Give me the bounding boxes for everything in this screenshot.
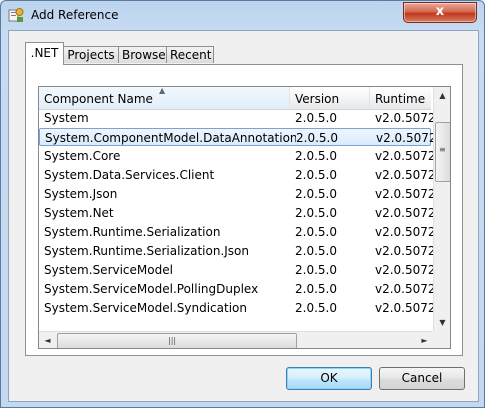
- list-cell-runtime: v2.0.50727: [376, 131, 437, 145]
- tab-panel-dotnet: Component Name ▲ Version Runtime System 2…: [25, 64, 463, 356]
- add-reference-dialog: Add Reference x .NET Projects Browse Rec…: [0, 0, 485, 408]
- column-header-version[interactable]: Version: [290, 87, 370, 109]
- vertical-scroll-thumb[interactable]: ≡: [435, 122, 450, 182]
- list-cell-version: 2.0.5.0: [295, 168, 337, 182]
- list-item[interactable]: System.ComponentModel.DataAnnotations 2.0…: [39, 128, 437, 146]
- tab-browse[interactable]: Browse: [118, 46, 167, 63]
- list-cell-runtime: v2.0.50727: [375, 301, 436, 315]
- list-cell-version: 2.0.5.0: [295, 282, 337, 296]
- list-cell-runtime: v2.0.50727: [375, 111, 436, 125]
- column-header-runtime[interactable]: Runtime: [370, 87, 440, 109]
- list-item[interactable]: System.ServiceModel.Syndication 2.0.5.0 v2…: [39, 299, 436, 317]
- list-cell-runtime: v2.0.50727: [375, 225, 436, 239]
- column-header-component-name[interactable]: Component Name ▲: [39, 87, 290, 109]
- list-cell-name: System.ComponentModel.DataAnnotations: [45, 131, 296, 145]
- list-cell-version: 2.0.5.0: [295, 225, 337, 239]
- list-cell-name: System.ServiceModel.Syndication: [44, 301, 247, 315]
- list-cell-name: System.Runtime.Serialization.Json: [44, 244, 249, 258]
- list-cell-name: System.ServiceModel: [44, 263, 173, 277]
- list-cell-version: 2.0.5.0: [295, 111, 337, 125]
- scroll-left-icon[interactable]: ◄: [39, 332, 56, 348]
- list-cell-runtime: v2.0.50727: [375, 206, 436, 220]
- list-cell-runtime: v2.0.50727: [375, 187, 436, 201]
- list-item[interactable]: System.Runtime.Serialization.Json 2.0.5.0…: [39, 242, 436, 260]
- window-title: Add Reference: [31, 8, 119, 22]
- sort-ascending-icon: ▲: [159, 86, 166, 95]
- tab-recent[interactable]: Recent: [166, 46, 214, 63]
- list-cell-version: 2.0.5.0: [295, 187, 337, 201]
- tab-dotnet[interactable]: .NET: [25, 42, 64, 65]
- list-item[interactable]: System.Data.Services.Client 2.0.5.0 v2.0.5…: [39, 166, 436, 184]
- list-cell-version: 2.0.5.0: [295, 301, 337, 315]
- scrollbar-corner: [433, 331, 450, 348]
- list-cell-version: 2.0.5.0: [295, 149, 337, 163]
- list-item[interactable]: System.Runtime.Serialization 2.0.5.0 v2.0.…: [39, 223, 436, 241]
- list-cell-runtime: v2.0.50727: [375, 149, 436, 163]
- list-cell-name: System.Core: [44, 149, 121, 163]
- list-cell-runtime: v2.0.50727: [375, 263, 436, 277]
- vertical-scrollbar[interactable]: ▲ ≡ ▼: [433, 87, 450, 331]
- scroll-right-icon[interactable]: ►: [416, 332, 433, 348]
- horizontal-scroll-thumb[interactable]: |||: [57, 333, 297, 348]
- scroll-up-icon[interactable]: ▲: [434, 87, 450, 104]
- list-cell-version: 2.0.5.0: [295, 206, 337, 220]
- grip-icon: ≡: [439, 145, 446, 154]
- list-cell-name: System.Data.Services.Client: [44, 168, 215, 182]
- list-cell-version: 2.0.5.0: [295, 244, 337, 258]
- list-item[interactable]: System.ServiceModel.PollingDuplex 2.0.5.0…: [39, 280, 436, 298]
- list-cell-name: System.Json: [44, 187, 118, 201]
- title-bar[interactable]: Add Reference x: [1, 1, 484, 31]
- list-cell-name: System.Runtime.Serialization: [44, 225, 221, 239]
- list-cell-version: 2.0.5.0: [295, 263, 337, 277]
- list-item[interactable]: System 2.0.5.0 v2.0.50727: [39, 109, 436, 127]
- list-item[interactable]: System.Net 2.0.5.0 v2.0.50727: [39, 204, 436, 222]
- list-cell-runtime: v2.0.50727: [375, 168, 436, 182]
- ok-button[interactable]: OK: [286, 367, 372, 390]
- list-cell-version: 2.0.5.0: [296, 131, 338, 145]
- dialog-client-area: .NET Projects Browse Recent Component Na…: [8, 30, 479, 402]
- scroll-down-icon[interactable]: ▼: [434, 314, 450, 331]
- add-reference-icon: [8, 8, 24, 22]
- close-button[interactable]: x: [403, 2, 477, 23]
- list-cell-name: System.ServiceModel.PollingDuplex: [44, 282, 259, 296]
- list-cell-runtime: v2.0.50727: [375, 244, 436, 258]
- list-cell-name: System: [44, 111, 89, 125]
- list-item[interactable]: System.Core 2.0.5.0 v2.0.50727: [39, 147, 436, 165]
- list-item[interactable]: System.Json 2.0.5.0 v2.0.50727: [39, 185, 436, 203]
- horizontal-scrollbar[interactable]: ◄ ||| ►: [39, 331, 433, 348]
- list-cell-runtime: v2.0.50727: [375, 282, 436, 296]
- grip-icon: |||: [168, 336, 177, 345]
- list-cell-name: System.Net: [44, 206, 114, 220]
- list-header: Component Name ▲ Version Runtime: [39, 87, 440, 110]
- cancel-button[interactable]: Cancel: [379, 367, 465, 390]
- tab-projects[interactable]: Projects: [63, 46, 119, 63]
- close-icon: x: [435, 4, 445, 19]
- list-item[interactable]: System.ServiceModel 2.0.5.0 v2.0.50727: [39, 261, 436, 279]
- component-list[interactable]: Component Name ▲ Version Runtime System 2…: [38, 86, 451, 349]
